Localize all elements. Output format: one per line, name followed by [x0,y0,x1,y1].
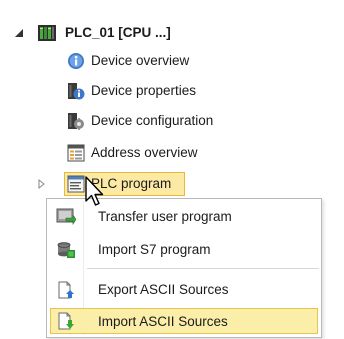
mouse-pointer-icon [85,176,104,206]
device-configuration-icon [67,112,85,130]
menu-item-label: Export ASCII Sources [98,282,229,297]
project-tree: PLC_01 [CPU ...] Device overview Device … [0,0,344,338]
menu-separator [87,268,319,269]
export-ascii-icon [56,281,74,299]
import-ascii-icon [56,312,74,330]
menu-item-import-s7-program[interactable]: Import S7 program [50,237,318,263]
expand-arrow-icon[interactable] [37,179,47,189]
tree-item-label: Address overview [91,145,198,160]
tree-item-device-properties[interactable]: Device properties [0,80,240,102]
plc-device-icon [37,23,57,43]
menu-item-export-ascii-sources[interactable]: Export ASCII Sources [50,277,318,303]
tree-node-label: PLC_01 [CPU ...] [65,25,171,40]
tree-item-label: Device properties [91,83,197,98]
plc-program-icon [67,175,85,193]
tree-item-label: Device overview [91,53,190,68]
context-menu: Transfer user program Import S7 program [46,198,322,338]
menu-item-import-ascii-sources[interactable]: Import ASCII Sources [50,308,318,334]
tree-node-plc-01[interactable]: PLC_01 [CPU ...] [0,22,260,44]
tree-item-device-configuration[interactable]: Device configuration [0,110,260,132]
collapse-arrow-icon[interactable] [14,28,24,38]
transfer-program-icon [56,208,77,226]
device-properties-icon [67,82,85,100]
menu-item-label: Import ASCII Sources [98,314,228,329]
address-overview-icon [67,144,85,162]
info-circle-icon [67,52,85,70]
tree-item-label: Device configuration [91,113,214,128]
menu-item-label: Import S7 program [98,242,211,257]
tree-item-device-overview[interactable]: Device overview [0,50,240,72]
import-s7-icon [56,241,75,259]
tree-item-address-overview[interactable]: Address overview [0,142,240,164]
menu-item-label: Transfer user program [98,209,232,224]
